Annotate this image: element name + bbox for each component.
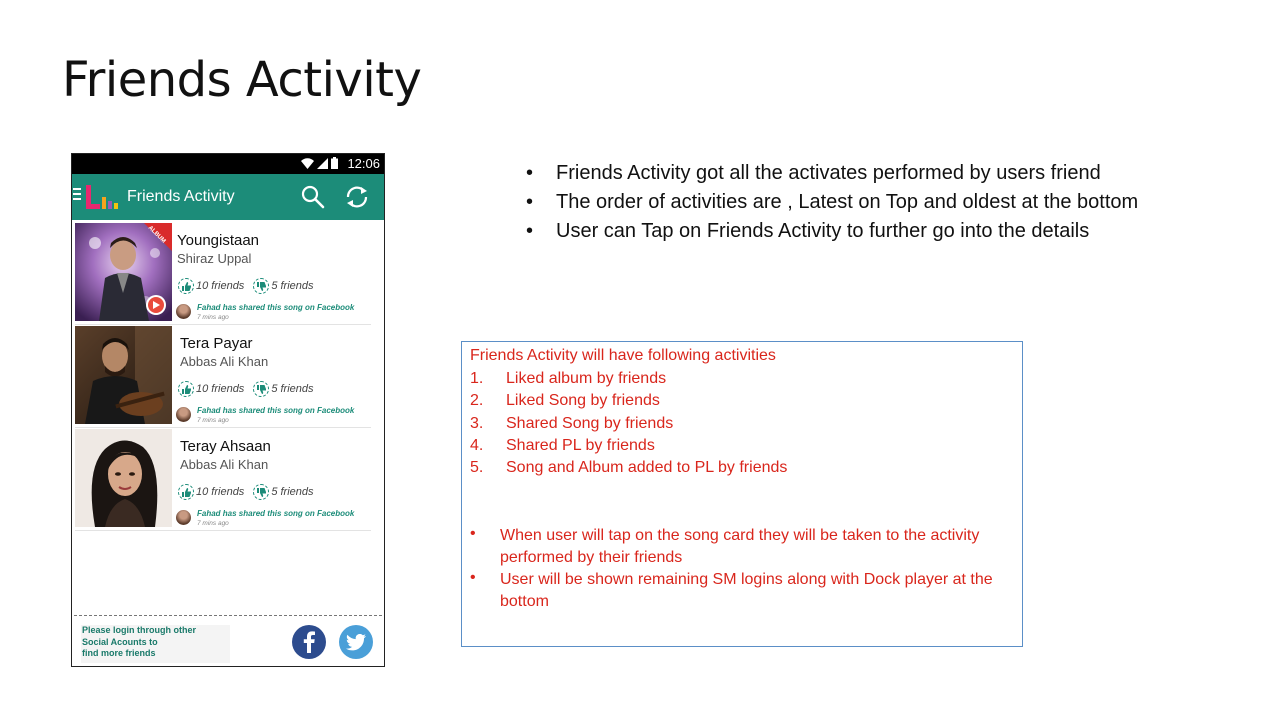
signal-icon — [317, 158, 328, 169]
twitter-login-button[interactable] — [339, 625, 373, 659]
share-time: 7 mins ago — [197, 520, 229, 527]
thumbs-up-icon — [181, 281, 191, 291]
activity-card[interactable]: Tera Payar Abbas Ali Khan 10 friends 5 f… — [75, 326, 371, 428]
dislikes-count: 5 friends — [271, 383, 314, 395]
song-title: Youngistaan — [177, 232, 260, 249]
share-text: Fahad has shared this song on Facebook — [197, 509, 355, 518]
play-icon — [153, 301, 160, 309]
phone-mockup: 12:06 Friends Activity ALBUM Youngistaan… — [71, 153, 385, 667]
bullet-dot: • — [470, 525, 476, 542]
activities-note-box: Friends Activity will have following act… — [461, 341, 1023, 647]
menu-icon[interactable] — [73, 188, 81, 203]
album-art-teray-ahsaan — [75, 429, 172, 527]
item-number: 5. — [470, 459, 484, 476]
item-text: Liked Song by friends — [506, 392, 660, 409]
share-time: 7 mins ago — [197, 314, 229, 321]
dislikes[interactable]: 5 friends — [253, 381, 314, 397]
avatar — [176, 304, 191, 319]
item-text: User will be shown remaining SM logins a… — [500, 571, 993, 610]
status-bar: 12:06 — [72, 154, 384, 174]
share-line: Fahad has shared this song on Facebook 7… — [176, 509, 354, 527]
item-text: Song and Album added to PL by friends — [506, 459, 788, 476]
slide-title: Friends Activity — [62, 52, 422, 108]
share-text: Fahad has shared this song on Facebook — [197, 303, 355, 312]
share-text: Fahad has shared this song on Facebook — [197, 406, 355, 415]
activity-card[interactable]: ALBUM Youngistaan Shiraz Uppal 10 friend… — [75, 223, 371, 325]
share-line: Fahad has shared this song on Facebook 7… — [176, 303, 354, 321]
thumbs-down-icon — [256, 281, 266, 291]
song-title: Teray Ahsaan — [180, 438, 271, 455]
dock-footer: Please login through other Social Acount… — [75, 618, 381, 664]
activity-card[interactable]: Teray Ahsaan Abbas Ali Khan 10 friends 5… — [75, 429, 371, 531]
item-text: Shared Song by friends — [506, 415, 674, 432]
share-time: 7 mins ago — [197, 417, 229, 424]
bullet-item: User can Tap on Friends Activity to furt… — [526, 220, 1138, 249]
reactions: 10 friends 5 friends — [178, 278, 323, 294]
likes[interactable]: 10 friends — [178, 381, 244, 397]
artist-name: Abbas Ali Khan — [180, 457, 269, 472]
dislikes-count: 5 friends — [271, 280, 314, 292]
avatar — [176, 510, 191, 525]
item-number: 1. — [470, 370, 484, 387]
likes-count: 10 friends — [196, 383, 245, 395]
thumbs-down-icon — [256, 384, 266, 394]
dislikes[interactable]: 5 friends — [253, 278, 314, 294]
bullet-item: Friends Activity got all the activates p… — [526, 162, 1138, 191]
app-logo-icon — [86, 185, 118, 209]
reactions: 10 friends 5 friends — [178, 484, 323, 500]
play-button[interactable] — [146, 295, 166, 315]
bullet-dot: • — [470, 569, 476, 586]
wifi-icon — [301, 158, 314, 169]
facebook-login-button[interactable] — [292, 625, 326, 659]
item-number: 3. — [470, 415, 484, 432]
likes[interactable]: 10 friends — [178, 484, 244, 500]
artist-name: Shiraz Uppal — [177, 251, 252, 266]
avatar — [176, 407, 191, 422]
reactions: 10 friends 5 friends — [178, 381, 323, 397]
footer-divider — [74, 615, 382, 616]
status-time: 12:06 — [347, 156, 380, 171]
twitter-icon — [346, 633, 366, 650]
likes-count: 10 friends — [196, 280, 245, 292]
song-title: Tera Payar — [180, 335, 253, 352]
battery-icon — [331, 157, 338, 169]
thumbs-up-icon — [181, 487, 191, 497]
login-prompt-line: Social Acounts to — [82, 636, 158, 647]
share-line: Fahad has shared this song on Facebook 7… — [176, 406, 354, 424]
app-bar: Friends Activity — [72, 174, 384, 220]
refresh-icon[interactable] — [344, 185, 370, 209]
login-prompt-line: Please login through other — [82, 625, 197, 635]
description-bullets: Friends Activity got all the activates p… — [526, 162, 1138, 249]
dislikes[interactable]: 5 friends — [253, 484, 314, 500]
login-prompt: Please login through other Social Acount… — [81, 625, 230, 663]
item-text: Shared PL by friends — [506, 437, 655, 454]
artist-name: Abbas Ali Khan — [180, 354, 269, 369]
thumbs-down-icon — [256, 487, 266, 497]
search-icon[interactable] — [301, 185, 325, 209]
item-number: 4. — [470, 437, 484, 454]
dislikes-count: 5 friends — [271, 486, 314, 498]
facebook-icon — [303, 631, 315, 653]
likes[interactable]: 10 friends — [178, 278, 244, 294]
likes-count: 10 friends — [196, 486, 245, 498]
item-text: Liked album by friends — [506, 370, 667, 387]
login-prompt-line: find more friends — [82, 648, 156, 658]
thumbs-up-icon — [181, 384, 191, 394]
item-text: When user will tap on the song card they… — [500, 527, 980, 566]
album-art-tera-payar — [75, 326, 172, 424]
item-number: 2. — [470, 392, 484, 409]
note-heading: Friends Activity will have following act… — [470, 347, 776, 364]
app-bar-title: Friends Activity — [127, 188, 235, 205]
bullet-item: The order of activities are , Latest on … — [526, 191, 1138, 220]
